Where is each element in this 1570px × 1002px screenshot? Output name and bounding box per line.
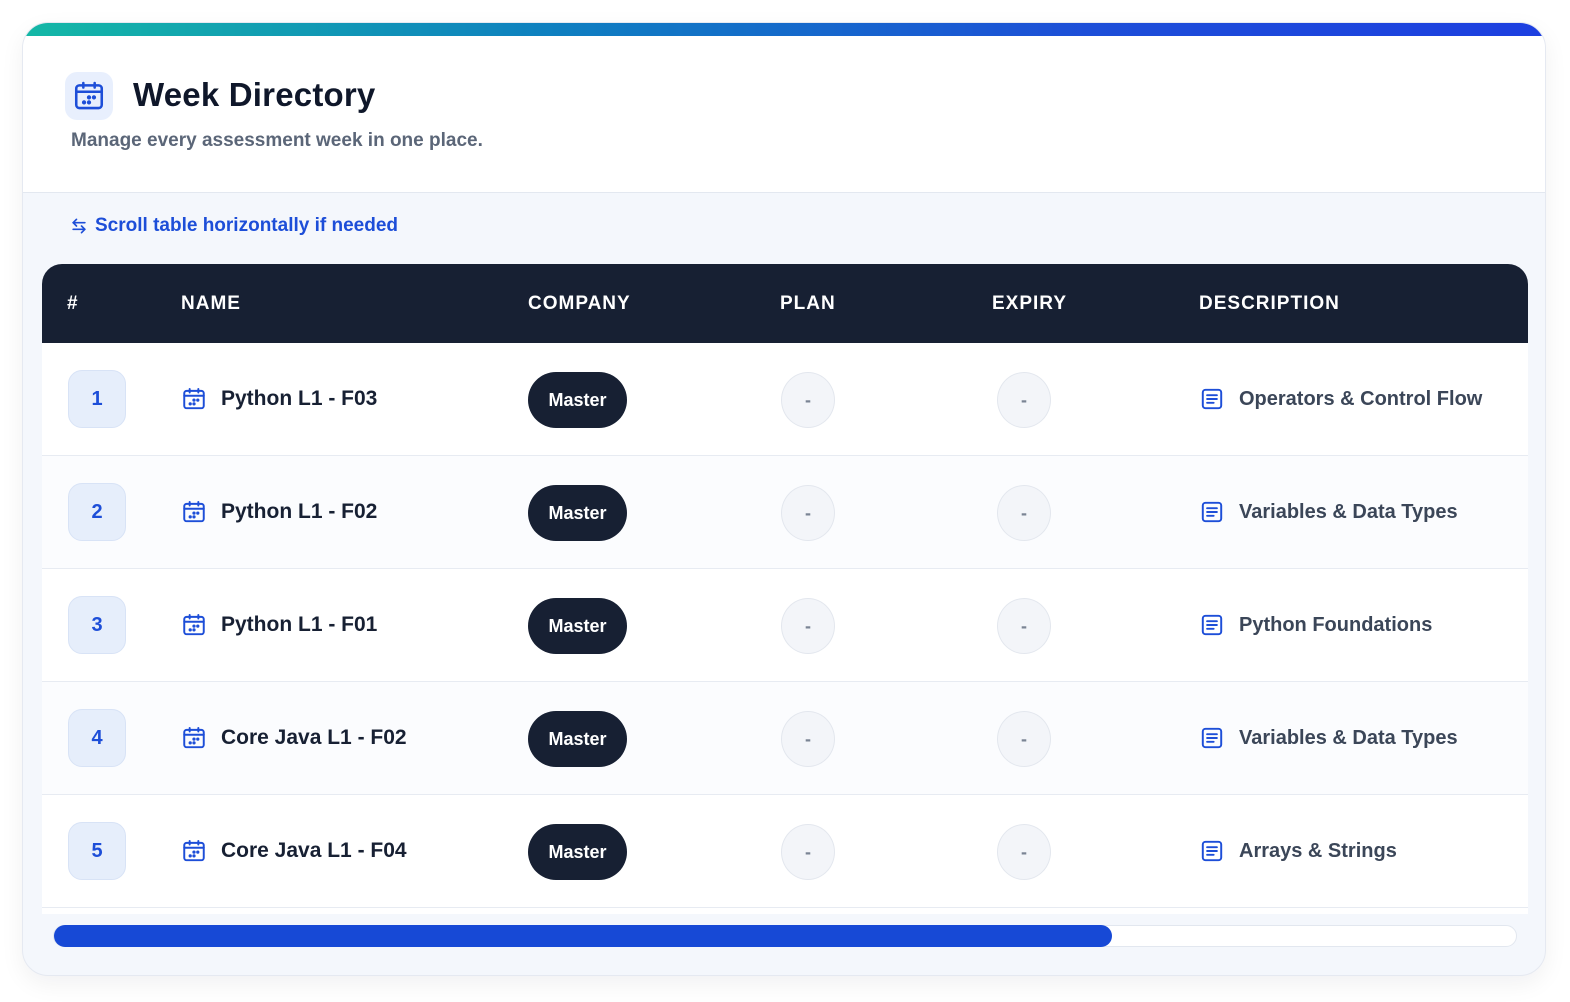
calendar-icon [181, 386, 207, 412]
calendar-icon [181, 499, 207, 525]
expiry-value: - [997, 598, 1051, 654]
description-cell: Arrays & Strings [1199, 795, 1397, 907]
scroll-hint: Scroll table horizontally if needed [69, 215, 398, 237]
document-icon [1199, 499, 1225, 525]
calendar-icon [65, 72, 113, 120]
document-icon [1199, 838, 1225, 864]
week-name-cell[interactable]: Python L1 - F02 [181, 456, 377, 568]
description-text: Python Foundations [1239, 613, 1433, 636]
description-cell: Variables & Data Types [1199, 682, 1458, 794]
week-name: Core Java L1 - F02 [221, 726, 407, 749]
week-name-cell[interactable]: Python L1 - F03 [181, 343, 377, 455]
expiry-value: - [997, 372, 1051, 428]
week-name-cell[interactable]: Python L1 - F01 [181, 569, 377, 681]
column-header-name[interactable]: NAME [181, 264, 241, 343]
description-text: Arrays & Strings [1239, 839, 1397, 862]
page-subtitle: Manage every assessment week in one plac… [71, 130, 483, 151]
week-directory-card: Week Directory Manage every assessment w… [22, 22, 1546, 976]
row-number-badge: 5 [68, 822, 126, 880]
column-header-expiry[interactable]: EXPIRY [992, 264, 1067, 343]
column-header-description[interactable]: DESCRIPTION [1199, 264, 1340, 343]
plan-value: - [781, 711, 835, 767]
description-text: Operators & Control Flow [1239, 387, 1483, 410]
table-row[interactable]: 2 Python L1 - F02 Master - - Variables & Data… [42, 456, 1528, 569]
week-name: Python L1 - F02 [221, 500, 378, 523]
column-header-company[interactable]: COMPANY [528, 264, 631, 343]
week-name: Python L1 - F03 [221, 387, 378, 410]
scrollbar-thumb[interactable] [54, 925, 1112, 947]
document-icon [1199, 386, 1225, 412]
plan-value: - [781, 824, 835, 880]
table-header: # NAME COMPANY PLAN EXPIRY DESCRIPTION [42, 264, 1528, 343]
description-text: Variables & Data Types [1239, 726, 1458, 749]
document-icon [1199, 612, 1225, 638]
calendar-icon [181, 612, 207, 638]
expiry-value: - [997, 824, 1051, 880]
row-number-badge: 1 [68, 370, 126, 428]
page-title: Week Directory [133, 76, 376, 113]
row-number-badge: 3 [68, 596, 126, 654]
expiry-value: - [997, 711, 1051, 767]
calendar-icon [181, 838, 207, 864]
accent-bar [23, 23, 1545, 36]
company-badge: Master [528, 485, 627, 541]
calendar-icon [181, 725, 207, 751]
company-badge: Master [528, 824, 627, 880]
column-header-number[interactable]: # [67, 264, 79, 343]
expiry-value: - [997, 485, 1051, 541]
table-row[interactable]: 4 Core Java L1 - F02 Master - - Variables & D… [42, 682, 1528, 795]
card-header: Week Directory Manage every assessment w… [23, 36, 1545, 193]
table-row[interactable]: 5 Core Java L1 - F04 Master - - Arrays & Stri… [42, 795, 1528, 908]
description-cell: Variables & Data Types [1199, 456, 1458, 568]
description-cell: Operators & Control Flow [1199, 343, 1482, 455]
week-name: Core Java L1 - F04 [221, 839, 407, 862]
description-text: Variables & Data Types [1239, 500, 1458, 523]
description-cell: Python Foundations [1199, 569, 1432, 681]
table-row[interactable]: 3 Python L1 - F01 Master - - Python Foundatio… [42, 569, 1528, 682]
company-badge: Master [528, 372, 627, 428]
horizontal-scrollbar[interactable] [53, 925, 1517, 947]
scroll-hint-text: Scroll table horizontally if needed [95, 215, 398, 236]
plan-value: - [781, 598, 835, 654]
company-badge: Master [528, 711, 627, 767]
column-header-plan[interactable]: PLAN [780, 264, 836, 343]
table-row[interactable]: 1 Python L1 - F03 Master - - Operators & Cont… [42, 343, 1528, 456]
company-badge: Master [528, 598, 627, 654]
document-icon [1199, 725, 1225, 751]
plan-value: - [781, 372, 835, 428]
row-number-badge: 2 [68, 483, 126, 541]
swap-arrows-icon [69, 216, 89, 236]
row-number-badge: 4 [68, 709, 126, 767]
week-name-cell[interactable]: Core Java L1 - F04 [181, 795, 407, 907]
weeks-table: # NAME COMPANY PLAN EXPIRY DESCRIPTION 1… [42, 264, 1528, 914]
week-name: Python L1 - F01 [221, 613, 378, 636]
week-name-cell[interactable]: Core Java L1 - F02 [181, 682, 407, 794]
plan-value: - [781, 485, 835, 541]
